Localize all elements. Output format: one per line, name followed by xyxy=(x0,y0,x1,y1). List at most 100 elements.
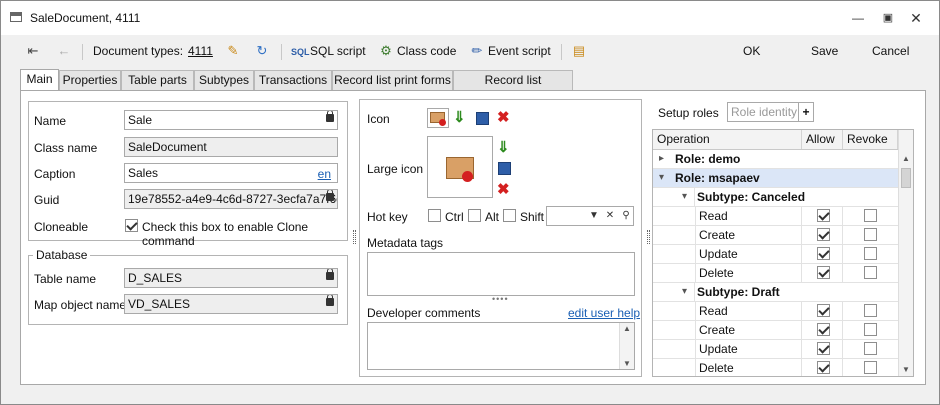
add-to-panel-button[interactable]: ⇤ xyxy=(25,37,44,65)
hot-key-combo[interactable]: ▼ ✕ ⚲ xyxy=(546,206,634,226)
map-object-name-field[interactable]: VD_SALES xyxy=(124,294,338,314)
roles-scrollbar[interactable]: ▲ ▼ xyxy=(898,130,913,376)
load-large-icon-button[interactable]: ⇓ xyxy=(497,138,510,156)
collapse-icon[interactable]: ▾ xyxy=(682,188,687,206)
scroll-down-icon[interactable]: ▼ xyxy=(902,365,910,374)
operation-row[interactable]: Read xyxy=(653,207,898,226)
tab-record-list-print-forms[interactable]: Record list print forms xyxy=(332,70,453,90)
revoke-checkbox[interactable] xyxy=(864,266,877,279)
role-row[interactable]: ▸ Role: demo xyxy=(653,150,898,169)
delete-large-icon-button[interactable]: ✖ xyxy=(497,180,510,198)
revoke-checkbox[interactable] xyxy=(864,247,877,260)
class-name-field[interactable]: SaleDocument xyxy=(124,137,338,157)
column-operation[interactable]: Operation xyxy=(653,130,802,149)
collapse-icon[interactable]: ▾ xyxy=(659,169,664,187)
ctrl-checkbox[interactable] xyxy=(428,209,441,222)
table-name-field[interactable]: D_SALES xyxy=(124,268,338,288)
revoke-checkbox[interactable] xyxy=(864,361,877,374)
edit-user-help-link[interactable]: edit user help xyxy=(568,306,640,320)
operation-row[interactable]: Create xyxy=(653,321,898,340)
event-script-button[interactable]: ✏ Event script xyxy=(469,37,551,65)
allow-checkbox[interactable] xyxy=(817,342,830,355)
clear-icon[interactable]: ✕ xyxy=(603,207,617,225)
back-button[interactable]: ← xyxy=(56,37,75,65)
revoke-checkbox[interactable] xyxy=(864,323,877,336)
lock-icon[interactable] xyxy=(326,111,334,122)
revoke-checkbox[interactable] xyxy=(864,209,877,222)
sql-script-button[interactable]: SQLSQL script xyxy=(291,37,366,65)
role-row[interactable]: ▾ Role: msapaev xyxy=(653,169,898,188)
cancel-button[interactable]: Cancel xyxy=(872,37,909,65)
developer-comments-input[interactable]: ▲ ▼ xyxy=(367,322,635,370)
operation-row[interactable]: Read xyxy=(653,302,898,321)
lock-icon[interactable] xyxy=(326,190,334,201)
minimize-icon[interactable]: — xyxy=(850,10,866,26)
allow-checkbox[interactable] xyxy=(817,304,830,317)
subtype-row[interactable]: ▾ Subtype: Canceled xyxy=(653,188,898,207)
edit-pencil-icon: ✎ xyxy=(227,43,239,58)
column-allow[interactable]: Allow xyxy=(802,130,843,149)
allow-checkbox[interactable] xyxy=(817,323,830,336)
right-splitter-handle[interactable] xyxy=(647,230,650,244)
operation-row[interactable]: Update xyxy=(653,340,898,359)
tab-properties[interactable]: Properties xyxy=(59,70,121,90)
revoke-checkbox[interactable] xyxy=(864,304,877,317)
allow-checkbox[interactable] xyxy=(817,247,830,260)
tab-transactions[interactable]: Transactions xyxy=(254,70,332,90)
tab-table-parts[interactable]: Table parts xyxy=(121,70,194,90)
lock-icon[interactable] xyxy=(326,269,334,280)
refresh-button[interactable]: ↻ xyxy=(254,37,273,65)
expand-icon[interactable]: ▸ xyxy=(659,150,664,168)
caption-language-link[interactable]: en xyxy=(318,165,331,182)
allow-checkbox[interactable] xyxy=(817,228,830,241)
allow-checkbox[interactable] xyxy=(817,266,830,279)
save-large-icon-button[interactable] xyxy=(498,162,511,175)
save-button[interactable]: Save xyxy=(811,37,838,65)
lock-icon[interactable] xyxy=(326,295,334,306)
scroll-up-icon[interactable]: ▲ xyxy=(623,324,631,333)
operation-row[interactable]: Create xyxy=(653,226,898,245)
comments-scrollbar[interactable]: ▲ ▼ xyxy=(619,323,634,369)
close-icon[interactable]: ✕ xyxy=(908,10,924,26)
tab-record-list-commands[interactable]: Record list commands xyxy=(453,70,573,106)
name-input[interactable]: Sale xyxy=(124,110,338,130)
scroll-thumb[interactable] xyxy=(901,168,911,188)
column-revoke[interactable]: Revoke xyxy=(843,130,898,149)
allow-checkbox[interactable] xyxy=(817,209,830,222)
metadata-tags-input[interactable] xyxy=(367,252,635,296)
operation-row[interactable]: Delete xyxy=(653,359,898,376)
collapse-icon[interactable]: ▾ xyxy=(682,283,687,301)
scroll-down-icon[interactable]: ▼ xyxy=(623,359,631,368)
role-identity-input[interactable]: Role identity xyxy=(727,102,799,122)
maximize-icon[interactable]: ▣ xyxy=(880,10,896,26)
small-icon-preview[interactable] xyxy=(427,108,449,128)
large-icon-preview[interactable] xyxy=(427,136,493,198)
subtype-row[interactable]: ▾ Subtype: Draft xyxy=(653,283,898,302)
resize-grip-icon[interactable]: •••• xyxy=(492,294,509,304)
document-types-count[interactable]: 4111 xyxy=(188,37,213,65)
chevron-down-icon[interactable]: ▼ xyxy=(587,207,601,225)
load-icon-button[interactable]: ⇓ xyxy=(453,108,466,126)
edit-types-button[interactable]: ✎ xyxy=(225,37,244,65)
ok-button[interactable]: OK xyxy=(743,37,760,65)
revoke-checkbox[interactable] xyxy=(864,228,877,241)
alt-checkbox[interactable] xyxy=(468,209,481,222)
search-icon[interactable]: ⚲ xyxy=(619,207,633,225)
left-splitter-handle[interactable] xyxy=(353,230,356,244)
scroll-up-icon[interactable]: ▲ xyxy=(902,154,910,163)
save-icon-button[interactable] xyxy=(476,112,489,125)
operation-row[interactable]: Delete xyxy=(653,264,898,283)
allow-checkbox[interactable] xyxy=(817,361,830,374)
class-code-button[interactable]: ⚙ Class code xyxy=(378,37,456,65)
tab-main[interactable]: Main xyxy=(20,69,59,91)
operation-row[interactable]: Update xyxy=(653,245,898,264)
report-button[interactable]: ▤ xyxy=(571,37,590,65)
add-role-button[interactable]: + xyxy=(798,102,814,122)
shift-checkbox[interactable] xyxy=(503,209,516,222)
caption-input[interactable]: Sales en xyxy=(124,163,338,183)
tab-subtypes[interactable]: Subtypes xyxy=(194,70,254,90)
delete-icon-button[interactable]: ✖ xyxy=(497,108,510,126)
guid-field[interactable]: 19e78552-a4e9-4c6d-8727-3ecfa7a7f6c xyxy=(124,189,338,209)
cloneable-checkbox[interactable] xyxy=(125,219,138,232)
revoke-checkbox[interactable] xyxy=(864,342,877,355)
